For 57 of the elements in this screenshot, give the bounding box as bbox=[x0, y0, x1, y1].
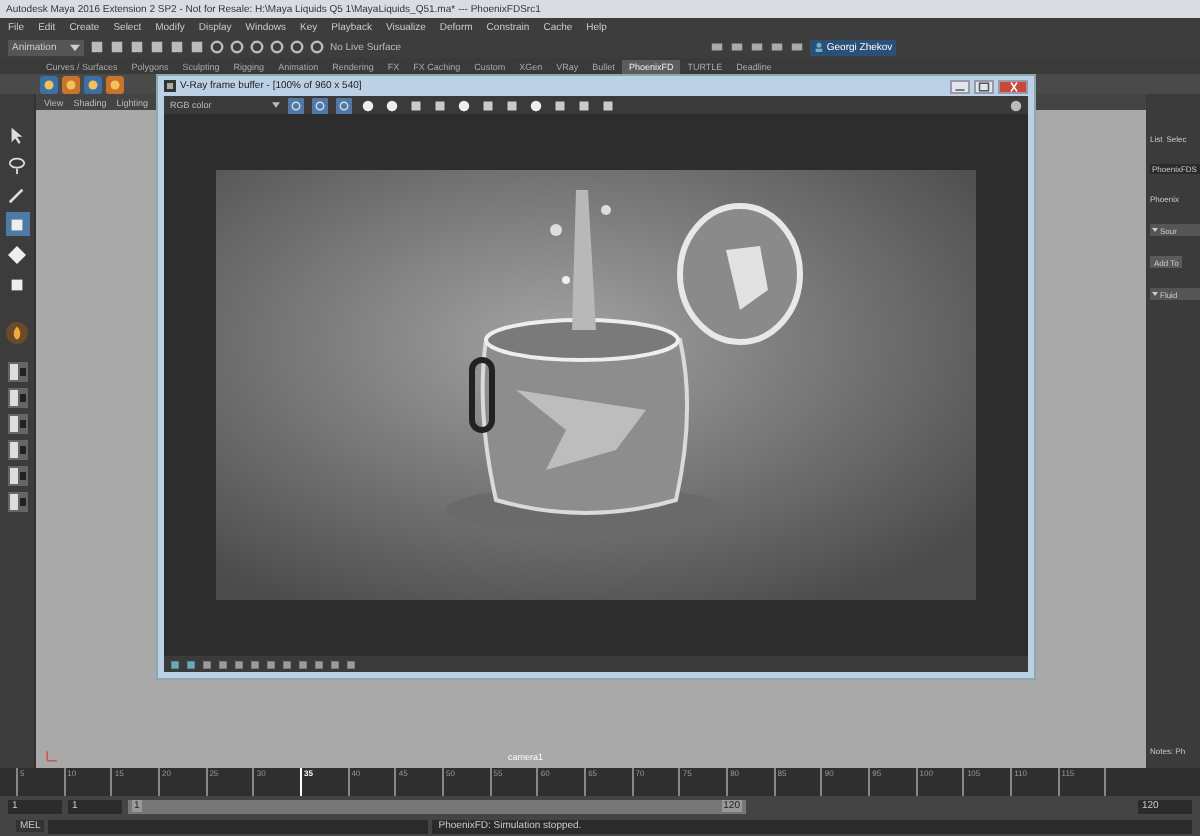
toolbar-button[interactable] bbox=[432, 97, 448, 113]
caret-icon bbox=[272, 102, 280, 108]
maximize-icon bbox=[978, 81, 990, 91]
command-field[interactable] bbox=[48, 819, 429, 833]
tool-button[interactable] bbox=[5, 242, 29, 266]
toolbar-button[interactable] bbox=[576, 97, 592, 113]
square-icon bbox=[554, 99, 566, 111]
brush-icon bbox=[8, 185, 26, 203]
caret-icon bbox=[1152, 292, 1158, 296]
caret-icon bbox=[1152, 228, 1158, 232]
caret-icon bbox=[70, 43, 80, 51]
layout-icon[interactable] bbox=[7, 414, 27, 434]
flame-icon[interactable] bbox=[6, 322, 28, 344]
lasso-icon bbox=[8, 155, 26, 173]
toolbar-button[interactable] bbox=[360, 97, 376, 113]
toolbar-button[interactable] bbox=[408, 97, 424, 113]
toolbar-button[interactable] bbox=[528, 97, 544, 113]
sphere-icon bbox=[530, 99, 542, 111]
square-icon bbox=[8, 215, 26, 233]
square-icon bbox=[8, 275, 26, 293]
toolbar-button[interactable] bbox=[480, 97, 496, 113]
square-icon bbox=[578, 99, 590, 111]
close-button[interactable] bbox=[998, 79, 1028, 93]
close-icon bbox=[1007, 81, 1019, 91]
layout-icon[interactable] bbox=[7, 440, 27, 460]
toolbar-button[interactable] bbox=[288, 97, 304, 113]
shelf-icon[interactable] bbox=[62, 75, 80, 93]
square-icon bbox=[602, 99, 614, 111]
toolbar-button[interactable] bbox=[312, 97, 328, 113]
toolbar-button[interactable] bbox=[504, 97, 520, 113]
layout-icon[interactable] bbox=[7, 388, 27, 408]
toolbar-button[interactable] bbox=[456, 97, 472, 113]
user-icon bbox=[814, 42, 825, 52]
settings-icon[interactable] bbox=[1010, 99, 1022, 111]
tool-button[interactable] bbox=[5, 212, 29, 236]
app-icon bbox=[164, 80, 176, 92]
tool-button[interactable] bbox=[5, 152, 29, 176]
layout-icon[interactable] bbox=[7, 492, 27, 512]
arrow-icon bbox=[8, 125, 26, 143]
minimize-button[interactable] bbox=[950, 79, 970, 93]
diamond-icon bbox=[8, 245, 26, 263]
square-icon bbox=[410, 99, 422, 111]
sphere-icon bbox=[458, 99, 470, 111]
square-icon bbox=[506, 99, 518, 111]
shelf-icon[interactable] bbox=[106, 75, 124, 93]
axis-icon bbox=[44, 748, 60, 764]
toolbar-button[interactable] bbox=[384, 97, 400, 113]
toolbar-button[interactable] bbox=[552, 97, 568, 113]
shelf-icon[interactable] bbox=[84, 75, 102, 93]
square-icon bbox=[482, 99, 494, 111]
toolbar-button[interactable] bbox=[336, 97, 352, 113]
square-icon bbox=[434, 99, 446, 111]
layout-icon[interactable] bbox=[7, 466, 27, 486]
shelf-icon[interactable] bbox=[40, 75, 58, 93]
toolbar-button[interactable] bbox=[600, 97, 616, 113]
layout-icon[interactable] bbox=[7, 362, 27, 382]
maximize-button[interactable] bbox=[974, 79, 994, 93]
